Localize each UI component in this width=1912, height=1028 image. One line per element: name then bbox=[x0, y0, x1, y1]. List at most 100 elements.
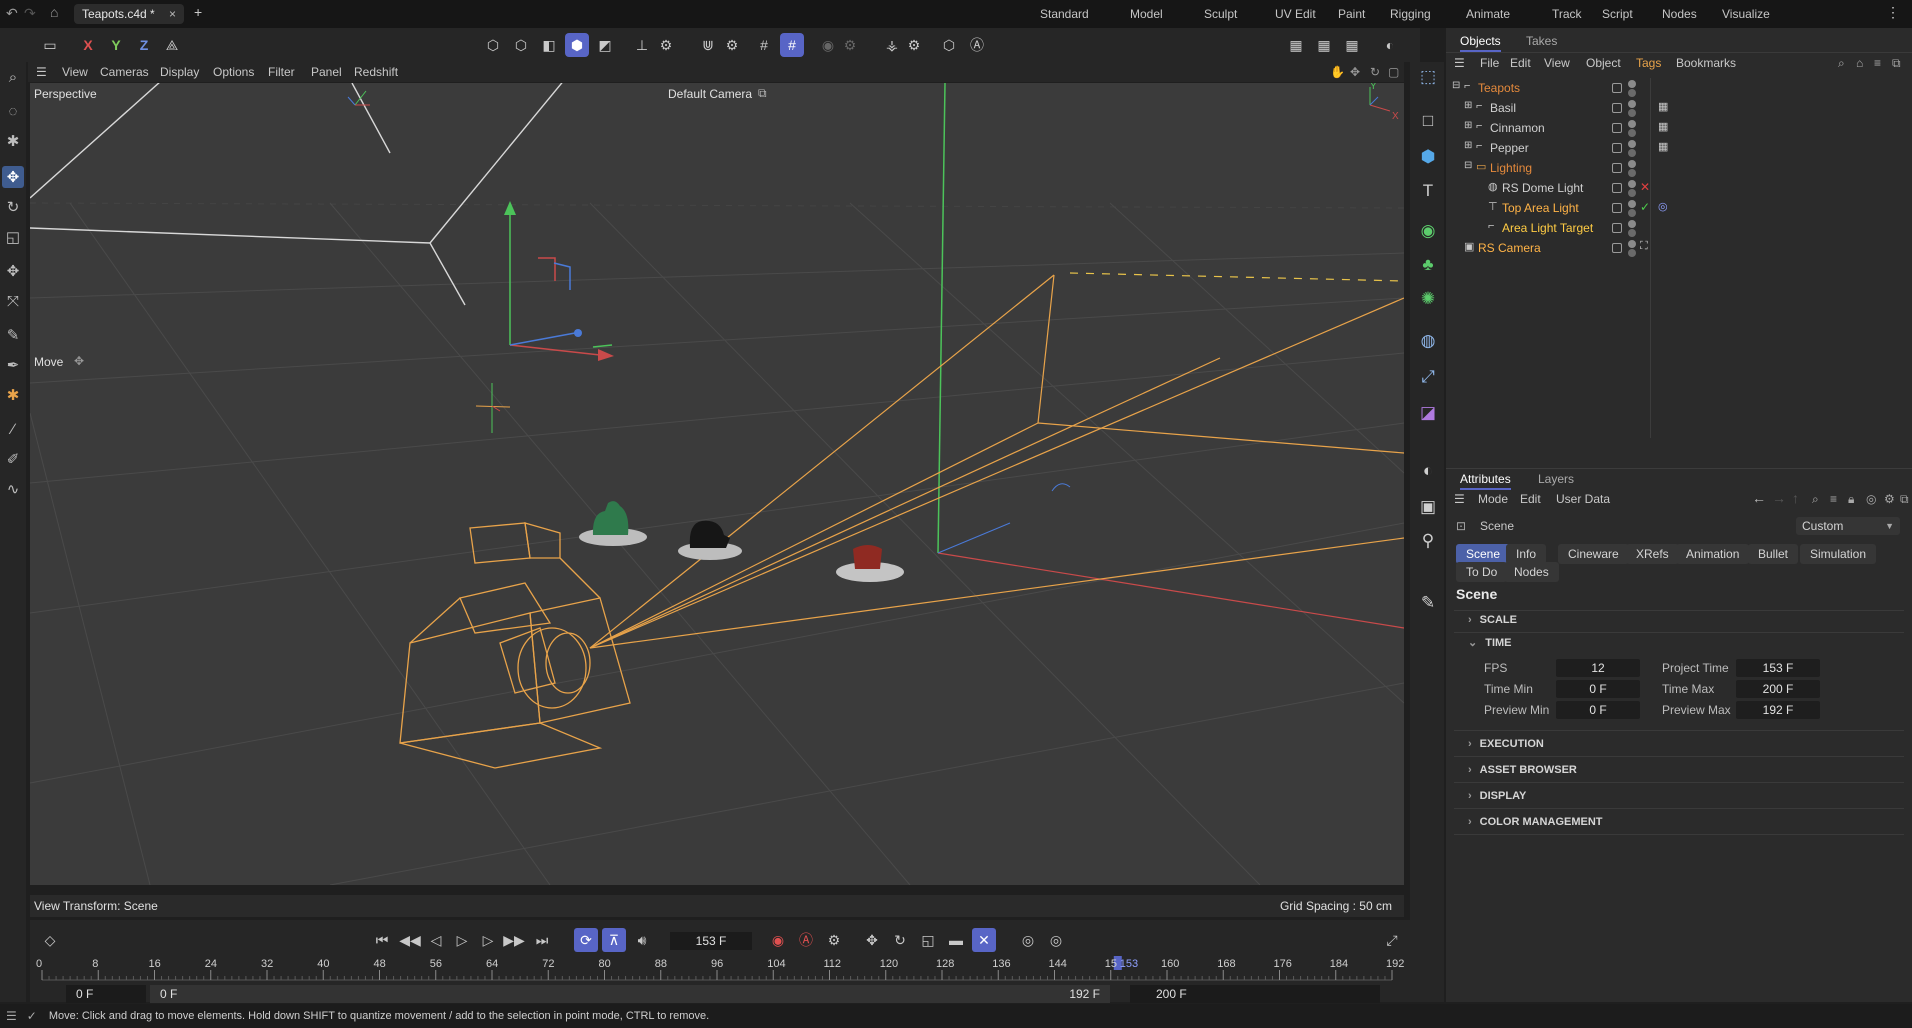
key-pla-icon[interactable]: ✕ bbox=[972, 928, 996, 952]
axis-settings-icon[interactable]: ⚙ bbox=[654, 33, 678, 57]
editor-visibility-dot[interactable] bbox=[1628, 100, 1636, 108]
key-position-icon[interactable]: ✥ bbox=[860, 928, 884, 952]
model-mode-icon[interactable]: ⬢ bbox=[565, 33, 589, 57]
render-visibility-dot[interactable] bbox=[1628, 129, 1636, 137]
enabled-check-icon[interactable]: ✓ bbox=[1640, 200, 1650, 214]
editor-visibility-dot[interactable] bbox=[1628, 160, 1636, 168]
close-tab-icon[interactable]: × bbox=[169, 7, 176, 21]
next-frame-icon[interactable]: ▷ bbox=[476, 928, 500, 952]
time-max-field[interactable]: 200 F bbox=[1736, 680, 1820, 698]
previous-frame-icon[interactable]: ◁ bbox=[424, 928, 448, 952]
layout-model[interactable]: Model bbox=[1130, 7, 1163, 21]
attr-settings-icon[interactable]: ⚙ bbox=[1884, 492, 1895, 506]
object-name[interactable]: RS Dome Light bbox=[1502, 181, 1583, 195]
editable-toggle[interactable] bbox=[1612, 163, 1622, 173]
editable-toggle[interactable] bbox=[1612, 83, 1622, 93]
motion-system-icon[interactable]: ◎ bbox=[1016, 928, 1040, 952]
camera-name[interactable]: Default Camera bbox=[668, 87, 752, 101]
objects-menu-tags[interactable]: Tags bbox=[1636, 56, 1661, 70]
tab-attributes[interactable]: Attributes bbox=[1460, 472, 1511, 490]
attr-tab-bullet[interactable]: Bullet bbox=[1748, 544, 1799, 564]
expand-toggle-icon[interactable]: ⊞ bbox=[1464, 140, 1472, 151]
redo-icon[interactable]: ↷ bbox=[24, 5, 36, 22]
go-to-end-icon[interactable]: ⏭ bbox=[530, 928, 554, 952]
camera-link-icon[interactable]: ⧉ bbox=[758, 86, 767, 101]
expand-toggle-icon[interactable]: ⊟ bbox=[1464, 160, 1472, 171]
editable-toggle[interactable] bbox=[1612, 103, 1622, 113]
object-name[interactable]: Basil bbox=[1490, 101, 1516, 115]
render-visibility-dot[interactable] bbox=[1628, 169, 1636, 177]
forward-arrow-icon[interactable]: → bbox=[1772, 490, 1786, 506]
search-icon[interactable]: ⌕ bbox=[2, 66, 24, 88]
render-visibility-dot[interactable] bbox=[1628, 189, 1636, 197]
tweak-icon[interactable]: ✱ bbox=[2, 130, 24, 152]
viewport-menu-cameras[interactable]: Cameras bbox=[100, 65, 149, 79]
attr-target-icon[interactable]: ◎ bbox=[1866, 492, 1876, 506]
lock-settings-icon[interactable]: ⚙ bbox=[838, 33, 862, 57]
objects-menu-bookmarks[interactable]: Bookmarks bbox=[1676, 56, 1736, 70]
object-row-lighting[interactable]: ⊟ ▭ Lighting bbox=[1446, 158, 1912, 178]
layout-visualize[interactable]: Visualize bbox=[1722, 7, 1770, 21]
render-visibility-dot[interactable] bbox=[1628, 109, 1636, 117]
disabled-x-icon[interactable]: ✕ bbox=[1640, 180, 1650, 194]
attr-menu-edit[interactable]: Edit bbox=[1520, 492, 1541, 506]
axis-z-lock[interactable]: Z bbox=[132, 33, 156, 57]
file-tab[interactable]: Teapots.c4d * × bbox=[74, 4, 184, 24]
mograph-icon[interactable]: ◪ bbox=[1415, 400, 1441, 426]
object-name[interactable]: Teapots bbox=[1478, 81, 1520, 95]
layout-standard[interactable]: Standard bbox=[1040, 7, 1089, 21]
section-asset-browser[interactable]: › ASSET BROWSER bbox=[1468, 764, 1577, 776]
object-row-cinnamon[interactable]: ⊞ ⌐ Cinnamon ▦ bbox=[1446, 118, 1912, 138]
attr-tab-animation[interactable]: Animation bbox=[1676, 544, 1750, 564]
autokey-icon[interactable]: Ⓐ bbox=[794, 928, 818, 952]
maximize-view-icon[interactable]: ▢ bbox=[1388, 65, 1399, 79]
clapper-icon[interactable]: ▭ bbox=[38, 33, 62, 57]
object-name[interactable]: Area Light Target bbox=[1502, 221, 1593, 235]
coordinate-system-icon[interactable]: ⟁ bbox=[160, 33, 184, 57]
more-icon[interactable]: ⋮ bbox=[1886, 4, 1900, 21]
statusbar-menu-icon[interactable]: ☰ bbox=[6, 1009, 17, 1023]
attr-filter-icon[interactable]: ≡ bbox=[1830, 492, 1837, 506]
object-row-top-area-light[interactable]: ⊤ Top Area Light ✓ ◎ bbox=[1446, 198, 1912, 218]
attr-lock-icon[interactable]: 🔒︎ bbox=[1848, 492, 1854, 507]
record-icon[interactable]: ◉ bbox=[766, 928, 790, 952]
attr-tab-xrefs[interactable]: XRefs bbox=[1626, 544, 1679, 564]
editable-toggle[interactable] bbox=[1612, 243, 1622, 253]
environment-icon[interactable]: ◐ bbox=[1415, 458, 1441, 484]
editable-toggle[interactable] bbox=[1612, 183, 1622, 193]
spline-pen-icon[interactable]: ✒ bbox=[2, 354, 24, 376]
attributes-hamburger-icon[interactable]: ☰ bbox=[1454, 492, 1465, 506]
attr-tab-simulation[interactable]: Simulation bbox=[1800, 544, 1877, 564]
camera-tag-icon[interactable]: ⛶ bbox=[1640, 240, 1648, 253]
object-name[interactable]: Lighting bbox=[1490, 161, 1532, 175]
layout-sculpt[interactable]: Sculpt bbox=[1204, 7, 1237, 21]
uv-mode-icon[interactable]: ◩ bbox=[593, 33, 617, 57]
editor-visibility-dot[interactable] bbox=[1628, 140, 1636, 148]
redshift-icon[interactable]: ⬡ bbox=[937, 33, 961, 57]
display-tag-icon[interactable]: ▦ bbox=[1658, 140, 1668, 153]
current-frame-field[interactable]: 153 F bbox=[670, 932, 752, 950]
objects-new-window-icon[interactable]: ⧉ bbox=[1892, 56, 1901, 71]
render-visibility-dot[interactable] bbox=[1628, 229, 1636, 237]
attr-tab-scene[interactable]: Scene bbox=[1456, 544, 1511, 564]
section-scale[interactable]: › SCALE bbox=[1468, 614, 1517, 626]
keyframe-icon[interactable]: ◇ bbox=[38, 928, 62, 952]
render-picture-viewer-icon[interactable]: ▦ bbox=[1340, 33, 1364, 57]
object-name[interactable]: Top Area Light bbox=[1502, 201, 1579, 215]
move-view-icon[interactable]: ✥ bbox=[1350, 65, 1360, 79]
layout-uv-edit[interactable]: UV Edit bbox=[1275, 7, 1316, 21]
render-region-icon[interactable]: ▦ bbox=[1284, 33, 1308, 57]
render-visibility-dot[interactable] bbox=[1628, 89, 1636, 97]
object-name[interactable]: Pepper bbox=[1490, 141, 1529, 155]
undo-icon[interactable]: ↶ bbox=[6, 5, 18, 22]
snap-icon[interactable]: ⋓ bbox=[696, 33, 720, 57]
editable-toggle[interactable] bbox=[1612, 123, 1622, 133]
viewport-menu-redshift[interactable]: Redshift bbox=[354, 65, 398, 79]
attr-tab-to-do[interactable]: To Do bbox=[1456, 562, 1508, 582]
viewport[interactable]: Perspective Default Camera ⧉ Y X Move ✥ bbox=[30, 83, 1404, 885]
key-scale-icon[interactable]: ◱ bbox=[916, 928, 940, 952]
section-color-management[interactable]: › COLOR MANAGEMENT bbox=[1468, 816, 1603, 828]
edit-icon[interactable]: ✎ bbox=[1415, 590, 1441, 616]
key-settings-icon[interactable]: ⚙ bbox=[822, 928, 846, 952]
viewport-canvas[interactable] bbox=[30, 83, 1404, 885]
